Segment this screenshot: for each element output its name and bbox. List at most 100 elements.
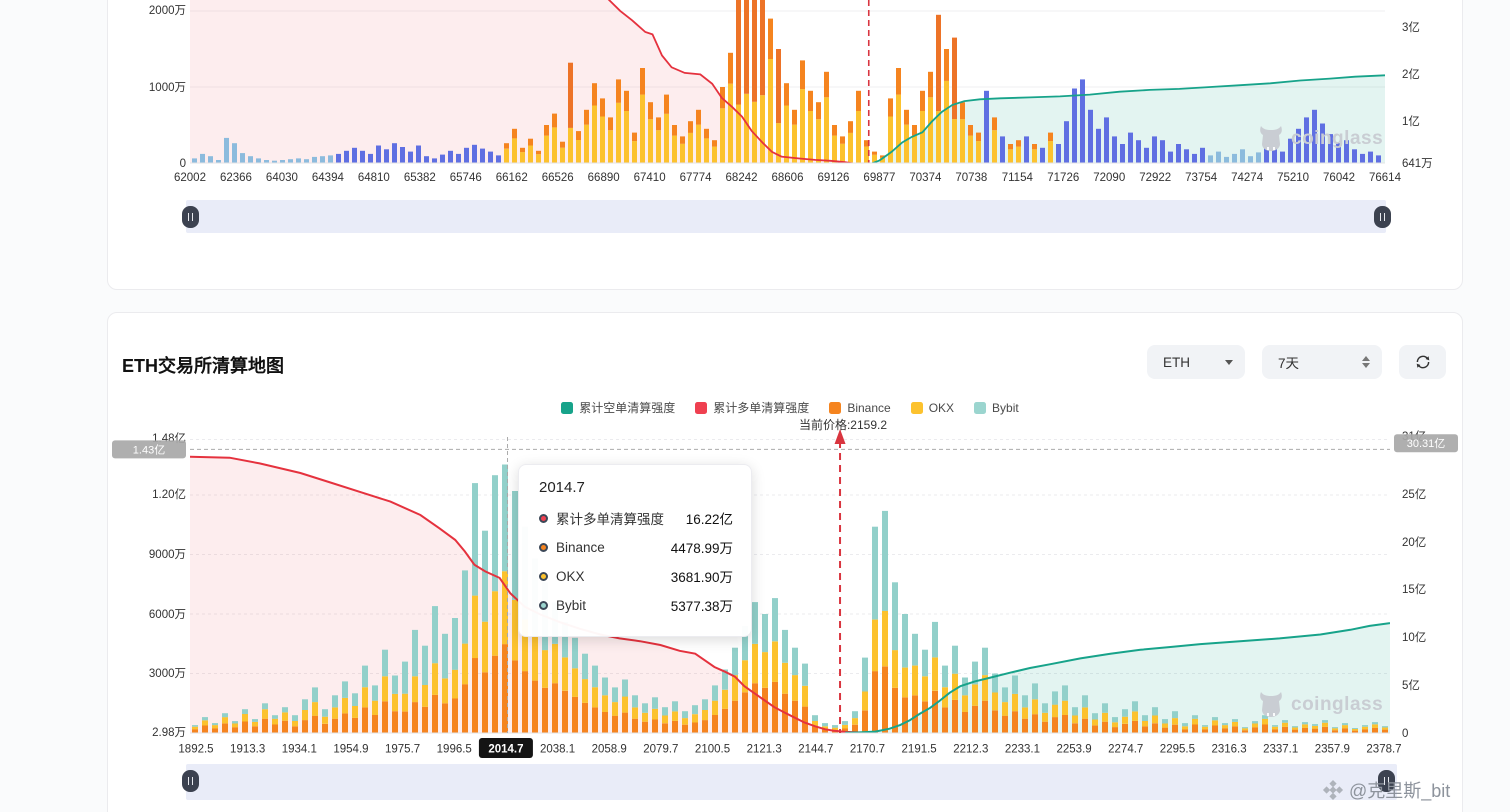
svg-text:2316.3: 2316.3	[1211, 744, 1246, 756]
svg-text:10亿: 10亿	[1402, 631, 1426, 644]
svg-text:71154: 71154	[1002, 172, 1034, 184]
svg-text:2100.5: 2100.5	[695, 744, 730, 756]
svg-text:66526: 66526	[542, 172, 574, 184]
tooltip-series-label: 累计多单清算强度	[556, 512, 664, 527]
svg-text:64810: 64810	[358, 172, 390, 184]
legend-item[interactable]: 累计空单清算强度	[561, 399, 675, 416]
svg-text:68606: 68606	[772, 172, 804, 184]
svg-text:9000万: 9000万	[149, 549, 186, 561]
svg-text:76042: 76042	[1323, 172, 1355, 184]
svg-text:2378.7: 2378.7	[1366, 744, 1401, 756]
refresh-button[interactable]	[1399, 345, 1446, 379]
legend-item[interactable]: Bybit	[974, 401, 1019, 415]
svg-text:71726: 71726	[1047, 172, 1079, 184]
svg-text:69877: 69877	[863, 172, 895, 184]
svg-text:1.20亿: 1.20亿	[152, 488, 186, 501]
svg-text:30.31亿: 30.31亿	[1407, 437, 1446, 450]
bull-icon	[1260, 126, 1282, 151]
svg-text:2亿: 2亿	[1402, 68, 1420, 81]
slider-handle-left[interactable]	[182, 770, 199, 792]
period-stepper[interactable]: 7天	[1262, 345, 1382, 379]
eth-chart-range-slider[interactable]	[186, 764, 1397, 800]
legend-item[interactable]: 累计多单清算强度	[695, 399, 809, 416]
svg-text:76614: 76614	[1369, 172, 1402, 184]
svg-text:65746: 65746	[450, 172, 482, 184]
tooltip-series-label: Binance	[556, 539, 605, 555]
eth-chart-title: ETH交易所清算地图	[122, 356, 284, 376]
tooltip-series-value: 5377.38万	[670, 599, 733, 614]
svg-text:68242: 68242	[726, 172, 758, 184]
svg-text:2274.7: 2274.7	[1108, 744, 1143, 756]
svg-text:20亿: 20亿	[1402, 536, 1426, 549]
svg-text:2.98万: 2.98万	[152, 727, 186, 739]
legend-swatch	[561, 401, 574, 414]
svg-text:2212.3: 2212.3	[953, 744, 988, 756]
svg-text:75210: 75210	[1277, 172, 1309, 184]
tooltip-series-label: Bybit	[556, 597, 587, 613]
svg-text:2144.7: 2144.7	[798, 744, 833, 756]
svg-text:3亿: 3亿	[1402, 21, 1420, 34]
slider-handle-right[interactable]	[1374, 206, 1391, 228]
svg-text:72090: 72090	[1093, 172, 1125, 184]
binance-diamond-icon	[1322, 779, 1344, 801]
svg-text:15亿: 15亿	[1402, 583, 1426, 596]
svg-text:6000万: 6000万	[149, 609, 186, 621]
svg-text:0: 0	[1402, 728, 1408, 740]
svg-text:0: 0	[180, 158, 186, 170]
symbol-select[interactable]: ETH	[1147, 345, 1245, 379]
svg-text:2058.9: 2058.9	[592, 744, 627, 756]
series-dot-icon	[539, 513, 548, 523]
svg-text:1975.7: 1975.7	[385, 744, 420, 756]
series-dot-icon	[539, 542, 548, 552]
coinglass-watermark: coinglass	[1258, 125, 1383, 153]
legend-item[interactable]: Binance	[829, 401, 891, 415]
tooltip-series-value: 16.22亿	[685, 512, 733, 527]
legend-item[interactable]: OKX	[910, 400, 955, 415]
brand-watermark-text: coinglass	[1291, 128, 1384, 149]
svg-text:62002: 62002	[174, 172, 206, 184]
svg-text:2121.3: 2121.3	[747, 744, 782, 756]
refresh-icon	[1416, 355, 1429, 369]
coinglass-watermark: coinglass	[1258, 691, 1383, 719]
svg-text:1000万: 1000万	[149, 82, 186, 94]
svg-text:2233.1: 2233.1	[1005, 744, 1040, 756]
svg-text:5亿: 5亿	[1402, 679, 1420, 692]
svg-text:25亿: 25亿	[1402, 488, 1426, 501]
tooltip-row: Binance 4478.99万	[539, 537, 733, 557]
legend-label: 累计空单清算强度	[579, 401, 676, 415]
chevron-down-icon	[1225, 359, 1233, 365]
chart-tooltip: 2014.7 累计多单清算强度 16.22亿 Binance 4478.99万 OKX 3…	[518, 464, 752, 637]
tooltip-rows: 累计多单清算强度 16.22亿 Binance 4478.99万 OKX 3681.90万…	[539, 508, 733, 615]
svg-text:2038.1: 2038.1	[540, 744, 575, 756]
page: 62002 62366 64030 64394 64810 65382 65746 66162…	[0, 0, 1510, 812]
author-watermark: @克里斯_bit	[1322, 777, 1450, 803]
svg-text:66162: 66162	[496, 172, 528, 184]
svg-text:1892.5: 1892.5	[178, 744, 213, 756]
svg-text:1913.3: 1913.3	[230, 744, 265, 756]
legend-label: OKX	[928, 400, 955, 415]
brand-watermark-text: coinglass	[1291, 694, 1384, 715]
svg-text:64030: 64030	[266, 172, 298, 184]
svg-text:2357.9: 2357.9	[1315, 744, 1350, 756]
svg-text:72922: 72922	[1139, 172, 1171, 184]
series-dot-icon	[539, 600, 548, 610]
svg-text:65382: 65382	[404, 172, 436, 184]
btc-chart-range-slider[interactable]	[186, 200, 1386, 233]
slider-handle-left[interactable]	[182, 206, 199, 228]
tooltip-row: Bybit 5377.38万	[539, 595, 733, 615]
svg-text:2000万: 2000万	[149, 5, 186, 17]
svg-text:62366: 62366	[220, 172, 252, 184]
series-dot-icon	[539, 571, 548, 581]
svg-text:74274: 74274	[1231, 172, 1264, 184]
svg-text:1.43亿: 1.43亿	[133, 443, 165, 456]
legend-swatch	[829, 401, 842, 414]
legend-label: Bybit	[992, 400, 1019, 415]
svg-text:2014.7: 2014.7	[488, 744, 523, 756]
svg-text:3000万: 3000万	[149, 668, 186, 680]
svg-text:2253.9: 2253.9	[1056, 744, 1091, 756]
tooltip-title: 2014.7	[539, 479, 585, 496]
svg-text:67410: 67410	[634, 172, 666, 184]
legend-swatch	[974, 401, 987, 414]
legend-label: 累计多单清算强度	[713, 401, 810, 415]
bull-icon	[1260, 692, 1282, 717]
